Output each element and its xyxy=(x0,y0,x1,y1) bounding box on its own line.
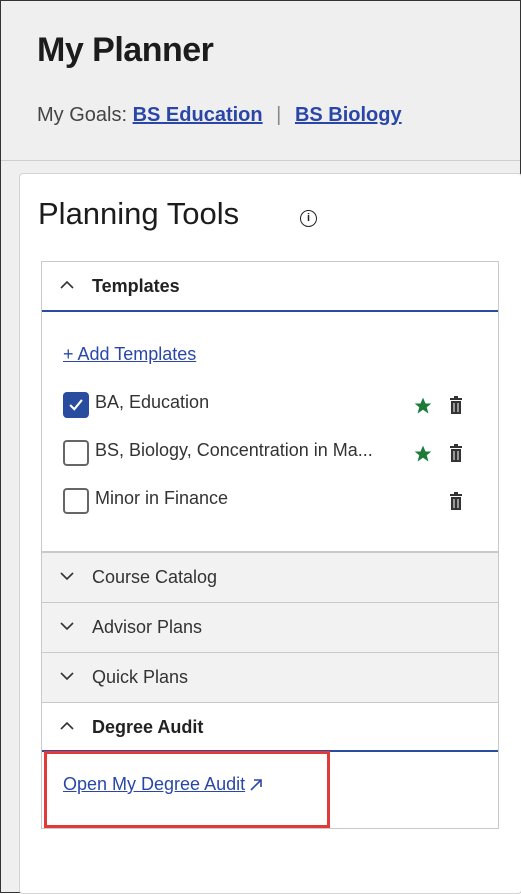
goal-link-bs-education[interactable]: BS Education xyxy=(133,104,263,126)
accordion-templates-header[interactable]: Templates xyxy=(42,262,498,312)
highlight-box xyxy=(44,751,330,828)
star-icon[interactable] xyxy=(413,444,433,464)
accordion-advisor-plans-header[interactable]: Advisor Plans xyxy=(42,602,498,652)
add-templates-link[interactable]: + Add Templates xyxy=(63,344,196,365)
template-row: Minor in Finance xyxy=(63,486,483,516)
accordion-degree-audit-header[interactable]: Degree Audit xyxy=(42,702,498,752)
template-row: BA, Education xyxy=(63,390,483,420)
trash-icon[interactable] xyxy=(449,492,463,510)
template-checkbox[interactable] xyxy=(63,440,89,466)
goals-separator: | xyxy=(276,104,282,126)
accordion-quick-plans-header[interactable]: Quick Plans xyxy=(42,652,498,702)
chevron-up-icon xyxy=(60,721,74,730)
page-title: My Planner xyxy=(37,31,214,69)
app-frame: My Planner My Goals: BS Education | BS B… xyxy=(0,0,521,894)
template-label: BS, Biology, Concentration in Ma... xyxy=(95,440,373,460)
template-label: Minor in Finance xyxy=(95,488,229,508)
accordion-degree-audit-label: Degree Audit xyxy=(92,717,204,737)
trash-icon[interactable] xyxy=(449,444,463,462)
template-label: BA, Education xyxy=(95,392,210,412)
accordion-course-catalog-header[interactable]: Course Catalog xyxy=(42,552,498,602)
accordion-quick-plans-label: Quick Plans xyxy=(92,667,189,687)
chevron-down-icon xyxy=(60,622,74,631)
planning-tools-accordion: Templates + Add Templates BA, Education xyxy=(41,261,499,829)
trash-icon[interactable] xyxy=(449,396,463,414)
info-icon[interactable]: i xyxy=(300,210,317,227)
accordion-advisor-plans-label: Advisor Plans xyxy=(92,617,203,637)
accordion-course-catalog-label: Course Catalog xyxy=(92,567,218,587)
template-checkbox[interactable] xyxy=(63,488,89,514)
page-header: My Planner My Goals: BS Education | BS B… xyxy=(1,1,520,161)
chevron-down-icon xyxy=(60,572,74,581)
templates-body: + Add Templates BA, Education BS, Biolog… xyxy=(42,312,498,552)
template-checkbox[interactable] xyxy=(63,392,89,418)
checkmark-icon xyxy=(69,399,83,411)
panel-title: Planning Tools xyxy=(38,196,240,231)
accordion-templates-label: Templates xyxy=(92,276,180,296)
star-icon[interactable] xyxy=(413,396,433,416)
goals-line: My Goals: BS Education | BS Biology xyxy=(37,104,402,127)
goal-link-bs-biology[interactable]: BS Biology xyxy=(295,104,402,126)
goals-prefix: My Goals: xyxy=(37,104,128,126)
chevron-up-icon xyxy=(60,280,74,289)
chevron-down-icon xyxy=(60,672,74,681)
template-row: BS, Biology, Concentration in Ma... xyxy=(63,438,483,468)
